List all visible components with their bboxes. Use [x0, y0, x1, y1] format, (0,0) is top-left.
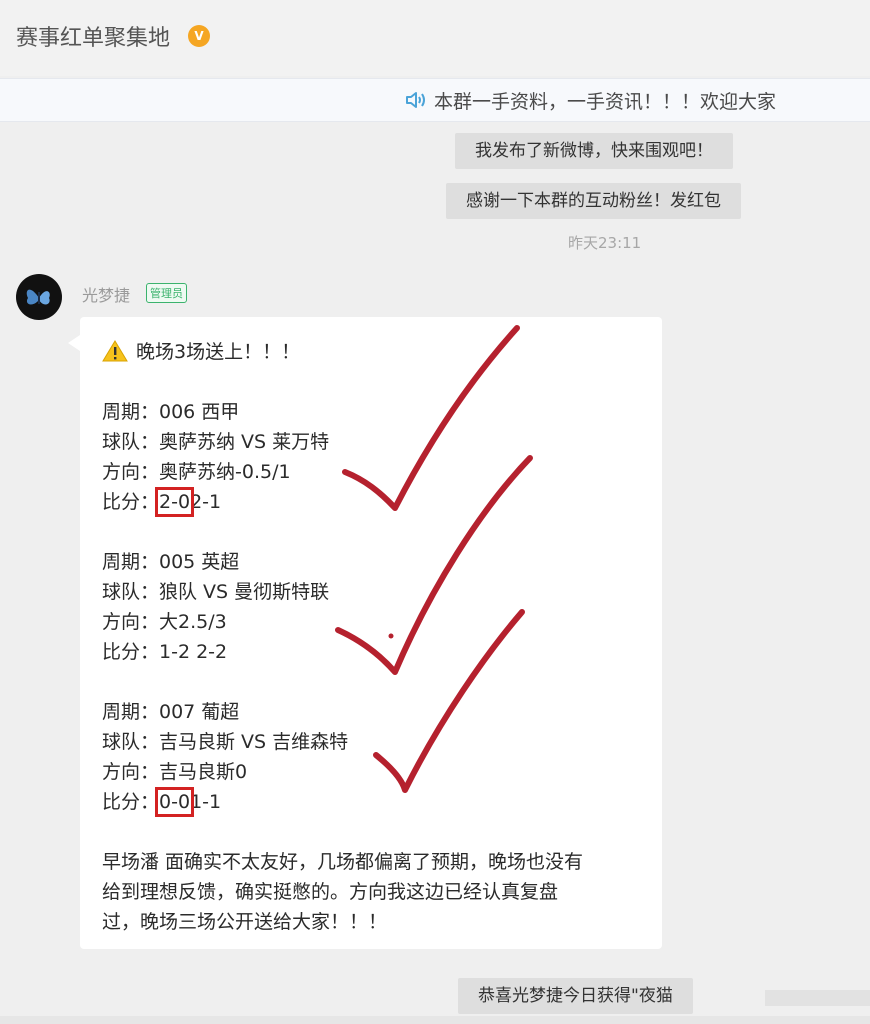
- score-rest: 1-2 2-2: [159, 641, 228, 663]
- score-label: 比分：: [102, 491, 160, 513]
- admin-tag: 管理员: [146, 283, 187, 303]
- match-team: 球队：奥萨苏纳 VS 莱万特: [102, 431, 330, 453]
- system-message[interactable]: 恭喜光梦捷今日获得"夜猫: [458, 978, 693, 1014]
- group-title[interactable]: 赛事红单聚集地: [16, 20, 170, 52]
- group-header: 赛事红单聚集地 V: [0, 0, 870, 76]
- highlighted-score: 0-0: [155, 787, 195, 817]
- group-notice-bar[interactable]: 本群一手资料，一手资讯！！！欢迎大家: [0, 78, 870, 122]
- score-label: 比分：: [102, 641, 160, 663]
- message-footer-line: 给到理想反馈，确实挺憋的。方向我这边已经认真复盘: [102, 881, 559, 903]
- system-message[interactable]: 我发布了新微博，快来围观吧！: [455, 133, 733, 169]
- match-period: 周期：005 英超: [102, 551, 240, 573]
- sender-name[interactable]: 光梦捷: [82, 282, 130, 306]
- verified-badge-icon: V: [188, 25, 210, 47]
- score-label: 比分：: [102, 791, 160, 813]
- message-timestamp: 昨天23:11: [568, 234, 642, 252]
- match-direction: 方向：奥萨苏纳-0.5/1: [102, 461, 291, 483]
- butterfly-icon: [26, 289, 50, 305]
- match-score: 比分：2-02-1: [102, 487, 222, 517]
- match-period: 周期：007 葡超: [102, 701, 240, 723]
- score-rest: 1-1: [190, 791, 222, 813]
- message-footer-line: 过，晚场三场公开送给大家！！！: [102, 911, 388, 933]
- watermark: [765, 990, 870, 1006]
- match-period: 周期：006 西甲: [102, 401, 240, 423]
- notice-text: 本群一手资料，一手资讯！！！欢迎大家: [434, 91, 777, 113]
- speaker-icon: [406, 92, 425, 108]
- score-rest: 2-1: [190, 491, 222, 513]
- match-direction: 方向：大2.5/3: [102, 611, 227, 633]
- message-headline: 晚场3场送上！！！: [136, 341, 301, 363]
- match-team: 球队：狼队 VS 曼彻斯特联: [102, 581, 330, 603]
- match-team: 球队：吉马良斯 VS 吉维森特: [102, 731, 349, 753]
- system-message[interactable]: 感谢一下本群的互动粉丝！发红包: [446, 183, 741, 219]
- highlighted-score: 2-0: [155, 487, 195, 517]
- bottom-edge: [0, 1016, 870, 1024]
- match-score: 比分：1-2 2-2: [102, 637, 227, 664]
- match-score: 比分：0-01-1: [102, 787, 222, 817]
- message-footer-line: 早场潘 面确实不太友好，几场都偏离了预期，晚场也没有: [102, 851, 584, 873]
- avatar[interactable]: [16, 274, 62, 320]
- match-direction: 方向：吉马良斯0: [102, 761, 248, 783]
- message-bubble[interactable]: 晚场3场送上！！！ 周期：006 西甲 球队：奥萨苏纳 VS 莱万特 方向：奥萨…: [68, 317, 662, 949]
- warning-icon: [102, 340, 128, 362]
